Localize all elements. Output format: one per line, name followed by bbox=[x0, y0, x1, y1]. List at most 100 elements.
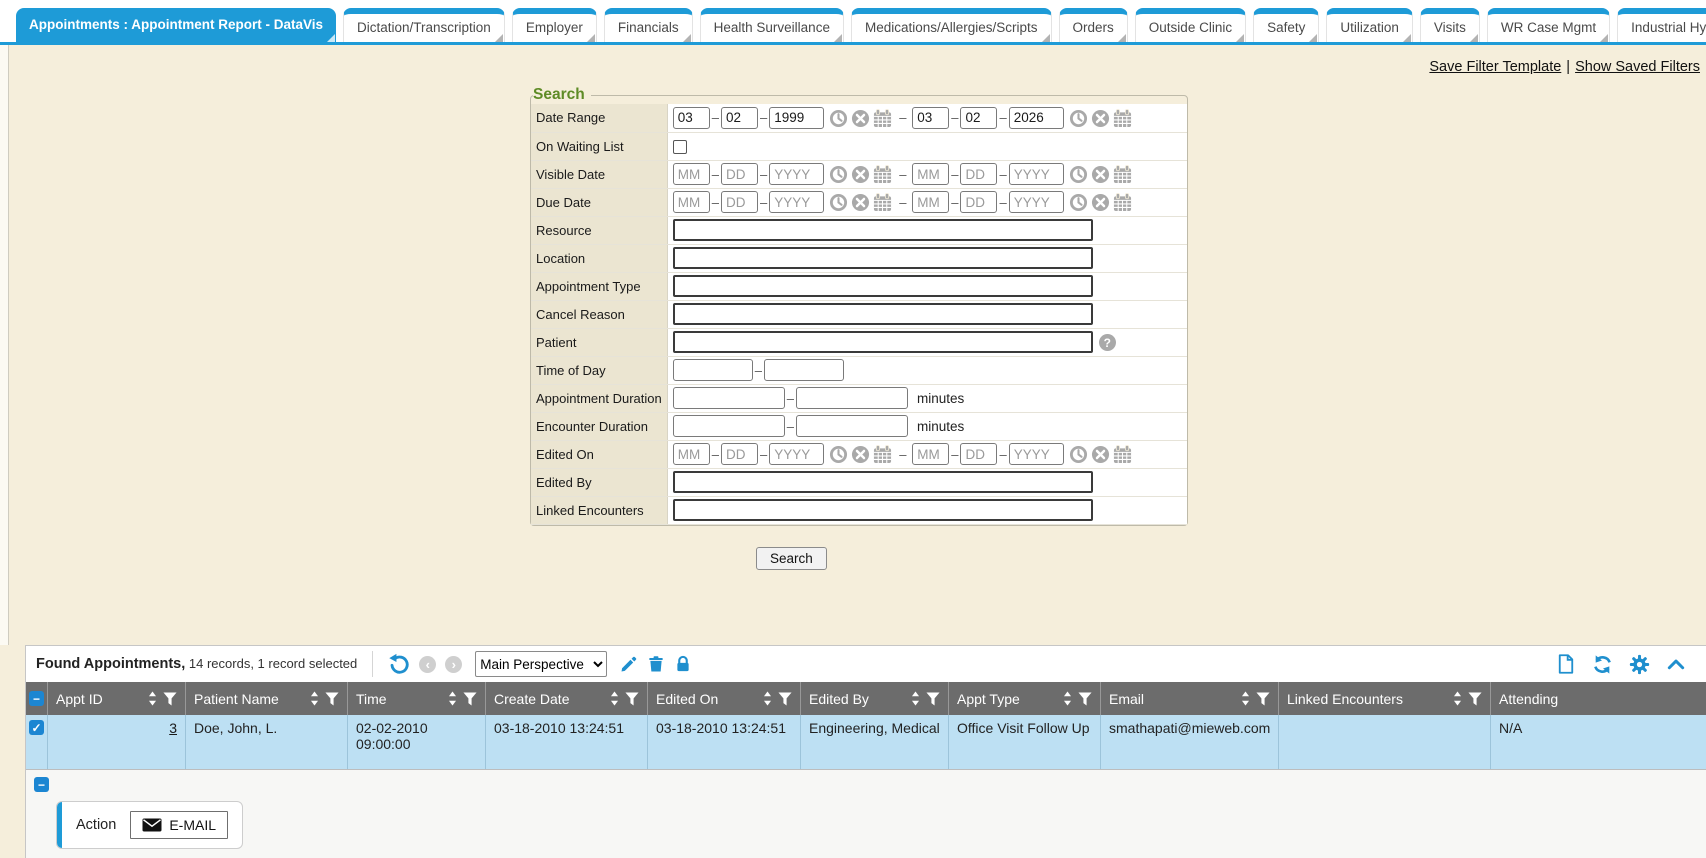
show-saved-filters-link[interactable]: Show Saved Filters bbox=[1575, 59, 1700, 75]
calendar-icon[interactable] bbox=[1113, 445, 1132, 464]
date-range-to-day-input[interactable] bbox=[960, 107, 997, 129]
time-of-day-from-input[interactable] bbox=[673, 359, 753, 381]
clock-icon[interactable] bbox=[829, 165, 848, 184]
appointment-duration-max-input[interactable] bbox=[796, 387, 908, 409]
due-date-from-month-input[interactable] bbox=[673, 191, 710, 213]
clear-date-icon[interactable] bbox=[1091, 109, 1110, 128]
filter-icon[interactable] bbox=[1256, 692, 1270, 706]
calendar-icon[interactable] bbox=[873, 445, 892, 464]
location-input[interactable] bbox=[673, 247, 1093, 269]
clock-icon[interactable] bbox=[1069, 109, 1088, 128]
date-range-from-month-input[interactable] bbox=[673, 107, 710, 129]
tab-utilization[interactable]: Utilization bbox=[1326, 8, 1413, 42]
linked-encounters-input[interactable] bbox=[673, 499, 1093, 521]
tab-safety[interactable]: Safety bbox=[1253, 8, 1319, 42]
clock-icon[interactable] bbox=[1069, 193, 1088, 212]
column-header-create-date[interactable]: Create Date bbox=[486, 682, 648, 715]
tab-financials[interactable]: Financials bbox=[604, 8, 693, 42]
edited-by-input[interactable] bbox=[673, 471, 1093, 493]
tab-visits[interactable]: Visits bbox=[1420, 8, 1480, 42]
calendar-icon[interactable] bbox=[873, 165, 892, 184]
sort-icon[interactable] bbox=[310, 691, 319, 706]
patient-input[interactable] bbox=[673, 331, 1093, 353]
clear-date-icon[interactable] bbox=[851, 193, 870, 212]
tab-wr-case-mgmt[interactable]: WR Case Mgmt bbox=[1487, 8, 1610, 42]
time-of-day-to-input[interactable] bbox=[764, 359, 844, 381]
cancel-reason-input[interactable] bbox=[673, 303, 1093, 325]
delete-perspective-button[interactable] bbox=[647, 655, 665, 673]
column-header-attending[interactable]: Attending bbox=[1491, 682, 1706, 715]
calendar-icon[interactable] bbox=[873, 109, 892, 128]
calendar-icon[interactable] bbox=[1113, 165, 1132, 184]
date-range-to-year-input[interactable] bbox=[1009, 107, 1064, 129]
filter-icon[interactable] bbox=[163, 692, 177, 706]
clear-date-icon[interactable] bbox=[851, 445, 870, 464]
sort-icon[interactable] bbox=[1453, 691, 1462, 706]
collapse-panel-button[interactable] bbox=[1666, 654, 1686, 674]
encounter-duration-max-input[interactable] bbox=[796, 415, 908, 437]
visible-date-from-year-input[interactable] bbox=[769, 163, 824, 185]
clear-date-icon[interactable] bbox=[1091, 165, 1110, 184]
sort-icon[interactable] bbox=[610, 691, 619, 706]
filter-icon[interactable] bbox=[325, 692, 339, 706]
clear-date-icon[interactable] bbox=[1091, 193, 1110, 212]
resource-input[interactable] bbox=[673, 219, 1093, 241]
column-header-linked-encounters[interactable]: Linked Encounters bbox=[1279, 682, 1491, 715]
filter-icon[interactable] bbox=[1468, 692, 1482, 706]
clock-icon[interactable] bbox=[1069, 165, 1088, 184]
due-date-to-year-input[interactable] bbox=[1009, 191, 1064, 213]
filter-icon[interactable] bbox=[1078, 692, 1092, 706]
perspective-select[interactable]: Main Perspective bbox=[475, 651, 607, 677]
appointment-type-input[interactable] bbox=[673, 275, 1093, 297]
visible-date-to-day-input[interactable] bbox=[960, 163, 997, 185]
column-header-time[interactable]: Time bbox=[348, 682, 486, 715]
visible-date-from-day-input[interactable] bbox=[721, 163, 758, 185]
filter-icon[interactable] bbox=[625, 692, 639, 706]
appointment-duration-min-input[interactable] bbox=[673, 387, 785, 409]
due-date-from-year-input[interactable] bbox=[769, 191, 824, 213]
filter-icon[interactable] bbox=[778, 692, 792, 706]
tab-appointments-report[interactable]: Appointments : Appointment Report - Data… bbox=[16, 8, 336, 42]
column-header-email[interactable]: Email bbox=[1101, 682, 1279, 715]
due-date-to-month-input[interactable] bbox=[912, 191, 949, 213]
help-icon[interactable]: ? bbox=[1099, 334, 1116, 351]
edited-on-to-day-input[interactable] bbox=[960, 443, 997, 465]
visible-date-from-month-input[interactable] bbox=[673, 163, 710, 185]
sort-icon[interactable] bbox=[911, 691, 920, 706]
clear-date-icon[interactable] bbox=[1091, 445, 1110, 464]
new-document-button[interactable] bbox=[1556, 654, 1576, 674]
edited-on-to-month-input[interactable] bbox=[912, 443, 949, 465]
calendar-icon[interactable] bbox=[1113, 193, 1132, 212]
encounter-duration-min-input[interactable] bbox=[673, 415, 785, 437]
due-date-from-day-input[interactable] bbox=[721, 191, 758, 213]
visible-date-to-year-input[interactable] bbox=[1009, 163, 1064, 185]
sort-icon[interactable] bbox=[763, 691, 772, 706]
tab-employer[interactable]: Employer bbox=[512, 8, 597, 42]
select-all-checkbox[interactable]: − bbox=[29, 691, 44, 706]
tab-outside-clinic[interactable]: Outside Clinic bbox=[1135, 8, 1246, 42]
clock-icon[interactable] bbox=[829, 445, 848, 464]
previous-perspective-button[interactable]: ‹ bbox=[419, 656, 436, 673]
date-range-from-day-input[interactable] bbox=[721, 107, 758, 129]
clear-date-icon[interactable] bbox=[851, 165, 870, 184]
filter-icon[interactable] bbox=[926, 692, 940, 706]
lock-perspective-button[interactable] bbox=[674, 655, 692, 673]
settings-button[interactable] bbox=[1629, 654, 1650, 675]
date-range-to-month-input[interactable] bbox=[912, 107, 949, 129]
appt-id-link[interactable]: 3 bbox=[169, 720, 177, 736]
due-date-to-day-input[interactable] bbox=[960, 191, 997, 213]
undo-button[interactable] bbox=[388, 653, 410, 675]
table-row[interactable]: ✓ 3 Doe, John, L. 02-02-2010 09:00:00 03… bbox=[26, 715, 1706, 770]
calendar-icon[interactable] bbox=[1113, 109, 1132, 128]
clock-icon[interactable] bbox=[829, 109, 848, 128]
save-filter-template-link[interactable]: Save Filter Template bbox=[1429, 59, 1561, 75]
column-header-edited-on[interactable]: Edited On bbox=[648, 682, 801, 715]
row-checkbox[interactable]: ✓ bbox=[29, 720, 44, 735]
edited-on-from-year-input[interactable] bbox=[769, 443, 824, 465]
edited-on-from-day-input[interactable] bbox=[721, 443, 758, 465]
tab-health-surveillance[interactable]: Health Surveillance bbox=[700, 8, 844, 42]
tab-medications-allergies-scripts[interactable]: Medications/Allergies/Scripts bbox=[851, 8, 1052, 42]
collapse-selection-toggle[interactable]: − bbox=[34, 777, 49, 792]
column-header-appt-id[interactable]: Appt ID bbox=[48, 682, 186, 715]
visible-date-to-month-input[interactable] bbox=[912, 163, 949, 185]
